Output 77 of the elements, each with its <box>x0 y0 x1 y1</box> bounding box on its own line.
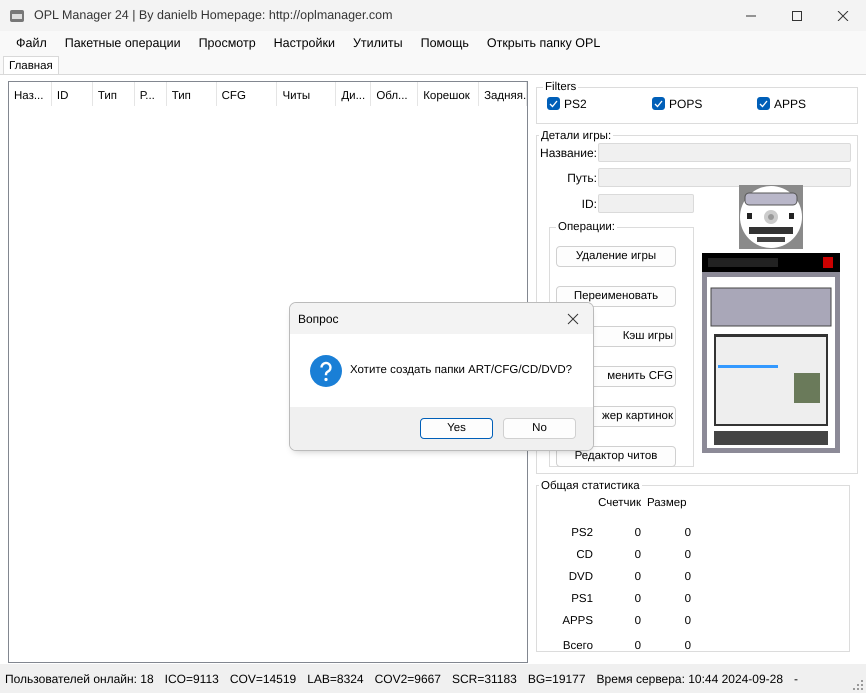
row-label: DVD <box>568 570 593 586</box>
field-label: ID: <box>580 196 597 213</box>
app-icon <box>9 8 25 24</box>
column-header[interactable]: ID <box>52 82 93 106</box>
column-header[interactable]: Наз... <box>9 82 52 106</box>
column-header[interactable]: Читы <box>277 82 336 106</box>
checkbox[interactable]: APPS <box>757 94 806 113</box>
action-button[interactable]: Удаление игры <box>556 246 676 267</box>
input-field[interactable] <box>598 194 694 214</box>
status-text: BG=19177 <box>528 670 586 688</box>
status-text: Время сервера: 10:44 2024-09-28 <box>596 670 783 688</box>
status-text: - <box>794 670 798 688</box>
input-field[interactable] <box>598 168 851 188</box>
count-value: 0 <box>634 526 641 542</box>
group-title: Общая статистика <box>540 480 641 492</box>
status-text: COV2=9667 <box>374 670 441 688</box>
dialog-button[interactable]: No <box>503 418 576 439</box>
count-value: 0 <box>634 592 641 608</box>
column-header[interactable]: Тип <box>166 82 217 106</box>
group-title: Детали игры: <box>540 130 612 142</box>
row-label: PS1 <box>570 592 593 608</box>
count-value: 0 <box>634 570 641 586</box>
menu-item[interactable]: Открыть папку OPL <box>478 32 610 55</box>
count-value: 0 <box>634 639 641 654</box>
question-icon <box>310 354 342 386</box>
menu-item[interactable]: Пакетные операции <box>56 32 190 55</box>
row-label: Всего <box>562 639 593 654</box>
checkmark-icon <box>549 100 558 108</box>
checkmark-icon <box>759 100 768 108</box>
checkbox[interactable]: POPS <box>652 94 757 113</box>
row-label: CD <box>575 548 593 564</box>
size-value: 0 <box>684 592 691 608</box>
status-text: ICO=9113 <box>164 670 219 688</box>
column-header[interactable]: Задняя. <box>479 82 527 106</box>
window-title: OPL Manager 24 | By danielb Homepage: http://oplmanager.com <box>34 7 393 24</box>
column-header[interactable]: Р... <box>134 82 167 106</box>
column-header[interactable]: Тип <box>92 82 135 106</box>
column-header: Размер <box>646 496 688 512</box>
column-header[interactable]: Обл... <box>371 82 418 106</box>
count-value: 0 <box>634 548 641 564</box>
action-button[interactable]: Редактор читов <box>556 446 676 467</box>
status-text: SCR=31183 <box>452 670 517 688</box>
size-value: 0 <box>684 526 691 542</box>
checkmark-icon <box>654 100 663 108</box>
status-text: COV=14519 <box>230 670 296 688</box>
input-field[interactable] <box>598 143 851 162</box>
column-header[interactable]: Ди... <box>336 82 372 106</box>
size-value: 0 <box>684 548 691 564</box>
tab[interactable]: Главная <box>3 56 59 74</box>
resize-grip-icon[interactable] <box>853 680 863 690</box>
size-value: 0 <box>684 639 691 654</box>
group-title: Операции: <box>557 221 616 234</box>
status-text: LAB=8324 <box>307 670 364 688</box>
close-icon <box>567 312 579 324</box>
status-text: Пользователей онлайн: 18 <box>5 670 154 688</box>
dialog-button[interactable]: Yes <box>420 418 493 439</box>
menu-item[interactable]: Утилиты <box>344 32 412 55</box>
size-value: 0 <box>684 614 691 630</box>
group-title: Filters <box>544 81 578 94</box>
count-value: 0 <box>634 614 641 630</box>
menu-item[interactable]: Помощь <box>412 32 478 55</box>
menu-item[interactable]: Файл <box>7 32 56 55</box>
column-header: Счетчик <box>597 496 641 512</box>
field-label: Название: <box>539 144 597 162</box>
checkbox[interactable]: PS2 <box>547 94 652 113</box>
menu-item[interactable]: Просмотр <box>190 32 265 55</box>
column-header[interactable]: Корешок <box>418 82 480 106</box>
column-header[interactable]: CFG <box>216 82 278 106</box>
close-icon <box>837 10 849 20</box>
menu-item[interactable]: Настройки <box>264 32 344 55</box>
row-label: PS2 <box>570 526 593 542</box>
action-button[interactable]: Переименовать <box>556 286 676 307</box>
maximize-icon <box>791 10 803 20</box>
dialog-title: Вопрос <box>298 310 339 328</box>
size-value: 0 <box>684 570 691 586</box>
field-label: Путь: <box>566 170 597 187</box>
row-label: APPS <box>561 614 593 630</box>
